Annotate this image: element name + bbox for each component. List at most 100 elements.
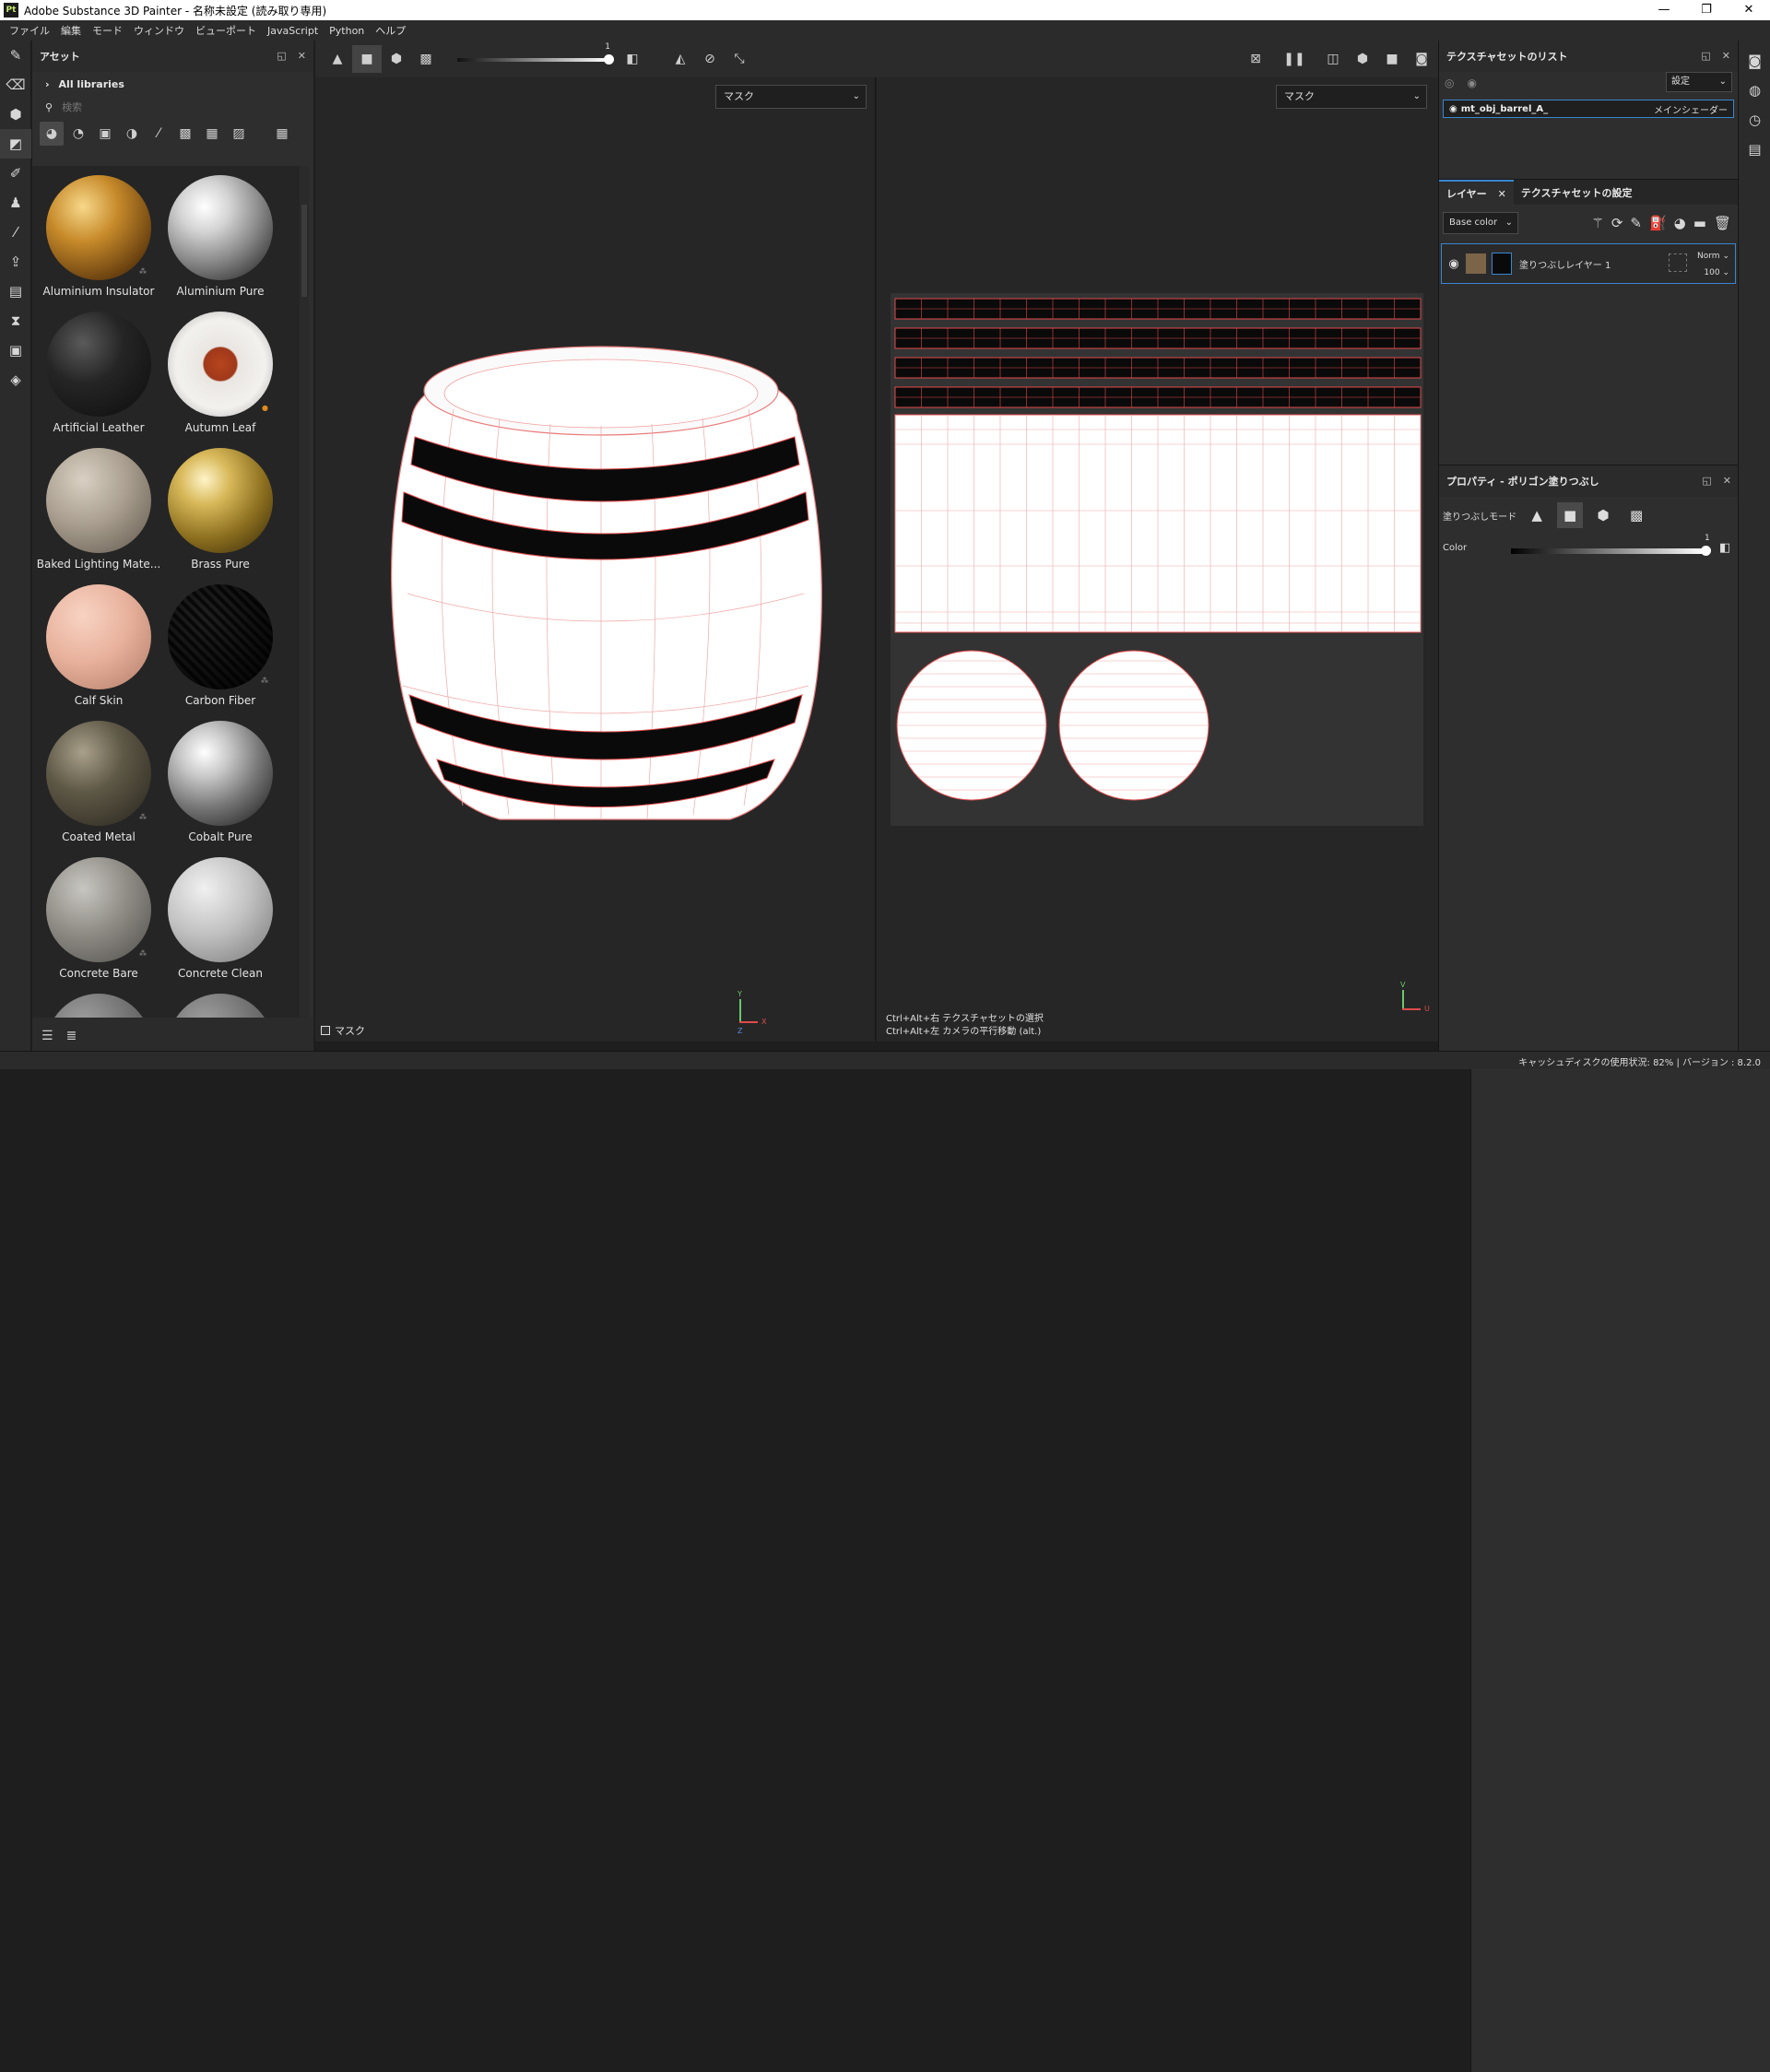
transform-icon[interactable]: ⤡: [725, 45, 754, 73]
history-icon[interactable]: ◷: [1739, 105, 1770, 135]
hide-icon[interactable]: ⊠: [1241, 45, 1270, 73]
add-paint-layer-icon[interactable]: ✎: [1630, 215, 1642, 231]
fill-mesh-icon[interactable]: ⬢: [382, 45, 411, 73]
minimize-button[interactable]: —: [1643, 0, 1685, 20]
asset-tile[interactable]: Carbon Fiber ⁂: [159, 575, 281, 712]
asset-tile[interactable]: Artificial Leather: [38, 302, 159, 439]
magic-wand-icon[interactable]: ⚚: [1591, 215, 1603, 231]
shader-name[interactable]: メインシェーダー: [1654, 102, 1728, 116]
menu-edit[interactable]: 編集: [61, 23, 81, 38]
asset-tile[interactable]: Concrete Clean: [159, 848, 281, 984]
maximize-button[interactable]: ❐: [1685, 0, 1728, 20]
filter-list-icon[interactable]: ≣: [66, 1029, 77, 1043]
asset-tile[interactable]: Concrete Bare ⁂: [38, 848, 159, 984]
log-icon[interactable]: ▤: [1739, 135, 1770, 164]
delete-icon[interactable]: 🗑: [1714, 215, 1731, 231]
menu-javascript[interactable]: JavaScript: [267, 25, 318, 37]
color-picker-icon[interactable]: ◧: [618, 45, 647, 73]
grid-view-icon[interactable]: ▦: [270, 122, 294, 146]
color-slider[interactable]: [1511, 548, 1705, 554]
slider-knob[interactable]: [604, 54, 614, 65]
visibility-eye-icon[interactable]: ◉: [1442, 257, 1466, 271]
tool-disabled-icon[interactable]: ⊘: [695, 45, 725, 73]
visibility-eye-icon[interactable]: ◉: [1449, 104, 1457, 114]
export-icon[interactable]: ⇪: [0, 247, 31, 277]
undock-icon[interactable]: ◱: [277, 50, 286, 62]
paint-brush-icon[interactable]: ✎: [0, 41, 31, 70]
tab-close-icon[interactable]: ✕: [1498, 188, 1506, 200]
projection-icon[interactable]: ⬢: [0, 100, 31, 129]
library-selector[interactable]: › All libraries: [32, 72, 313, 96]
asset-tile[interactable]: Autumn Leaf ●: [159, 302, 281, 439]
fill-uv-icon[interactable]: ▩: [411, 45, 441, 73]
mask-slot[interactable]: [1669, 253, 1687, 272]
folder-icon[interactable]: ▭: [1499, 1058, 1511, 2072]
screenshot-icon[interactable]: ◙: [1407, 45, 1436, 73]
close-button[interactable]: ✕: [1728, 0, 1770, 20]
add-folder-icon[interactable]: ▬: [1693, 215, 1706, 231]
layer-blend[interactable]: Norm ⌄ 100 ⌄: [1697, 248, 1729, 281]
layer-name[interactable]: 塗りつぶしレイヤー 1: [1519, 257, 1611, 271]
asset-tile[interactable]: [159, 984, 281, 1018]
brush-filter-icon[interactable]: ⁄: [147, 122, 171, 146]
asset-tile[interactable]: Brass Pure: [159, 439, 281, 575]
color-picker-icon[interactable]: ◧: [1719, 541, 1730, 555]
fill-uv-icon[interactable]: ▩: [1623, 502, 1649, 528]
list-view-icon[interactable]: ☰: [41, 1029, 53, 1043]
texture-set-item[interactable]: ◉ mt_obj_barrel_A_ メインシェーダー: [1443, 100, 1734, 118]
refresh-icon[interactable]: ↻: [1471, 1058, 1482, 2072]
menu-window[interactable]: ウィンドウ: [134, 23, 184, 38]
menu-help[interactable]: ヘルプ: [375, 23, 406, 38]
mask-thumbnail[interactable]: [1492, 253, 1512, 275]
opacity-slider[interactable]: 1: [457, 42, 614, 66]
settings-dropdown[interactable]: 設定 ⌄: [1666, 72, 1732, 92]
clone-stamp-icon[interactable]: ♟: [0, 188, 31, 218]
display-settings-icon[interactable]: ◙: [1739, 46, 1770, 76]
fill-mesh-icon[interactable]: ⬢: [1590, 502, 1616, 528]
smudge-icon[interactable]: ✐: [0, 159, 31, 188]
environment-icon[interactable]: ◍: [1739, 76, 1770, 105]
menu-python[interactable]: Python: [329, 25, 364, 37]
channel-dropdown[interactable]: Base color ⌄: [1443, 212, 1518, 234]
asset-tile[interactable]: Cobalt Pure: [159, 712, 281, 848]
layer-row[interactable]: ◉ 塗りつぶしレイヤー 1 Norm ⌄ 100 ⌄: [1441, 243, 1736, 284]
grunge-filter-icon[interactable]: ▦: [200, 122, 224, 146]
blend-mode[interactable]: Norm: [1697, 252, 1720, 261]
document-icon[interactable]: ▣: [0, 336, 31, 365]
polygon-fill-icon[interactable]: ◩: [0, 129, 31, 159]
add-icon[interactable]: +: [1528, 1058, 1539, 2072]
add-effect-icon[interactable]: ⟳: [1611, 215, 1623, 231]
color-slider-knob[interactable]: [1701, 546, 1711, 556]
alpha-filter-icon[interactable]: ▩: [173, 122, 197, 146]
menu-file[interactable]: ファイル: [9, 23, 50, 38]
undock-icon[interactable]: ◱: [1702, 475, 1711, 487]
search-input[interactable]: [62, 100, 247, 113]
scroll-thumb[interactable]: [301, 205, 307, 297]
add-fill-layer-icon[interactable]: ⛽: [1649, 215, 1667, 231]
asset-tile[interactable]: Calf Skin: [38, 575, 159, 712]
environment-filter-icon[interactable]: ▨: [227, 122, 251, 146]
procedural-filter-icon[interactable]: ◑: [120, 122, 144, 146]
menu-mode[interactable]: モード: [92, 23, 123, 38]
camera-icon[interactable]: ■: [1377, 45, 1407, 73]
add-mask-icon[interactable]: ◕: [1674, 215, 1686, 231]
bake-icon[interactable]: ▤: [0, 277, 31, 306]
menu-viewport[interactable]: ビューポート: [195, 23, 256, 38]
material-filter-icon[interactable]: ◕: [40, 122, 64, 146]
pause-icon[interactable]: ❚❚: [1280, 45, 1309, 73]
hide-all-icon[interactable]: ◎: [1445, 77, 1454, 89]
fill-polygon-icon[interactable]: ■: [1557, 502, 1584, 528]
fill-triangle-icon[interactable]: ▲: [323, 45, 352, 73]
fill-triangle-icon[interactable]: ▲: [1524, 502, 1550, 528]
eraser-icon[interactable]: ⌫: [0, 70, 31, 100]
view-cube-icon[interactable]: ⬢: [1348, 45, 1377, 73]
mirror-icon[interactable]: ◫: [1318, 45, 1348, 73]
panel-close-icon[interactable]: ✕: [1723, 475, 1731, 487]
tab-texture-set-settings[interactable]: テクスチャセットの設定: [1514, 180, 1640, 206]
symmetry-icon[interactable]: ◭: [666, 45, 695, 73]
panel-close-icon[interactable]: ✕: [298, 50, 306, 62]
box-icon[interactable]: ◈: [0, 365, 31, 394]
hourglass-icon[interactable]: ⧗: [0, 306, 31, 336]
show-all-icon[interactable]: ◉: [1467, 77, 1476, 89]
asset-tile[interactable]: Aluminium Pure: [159, 166, 281, 302]
